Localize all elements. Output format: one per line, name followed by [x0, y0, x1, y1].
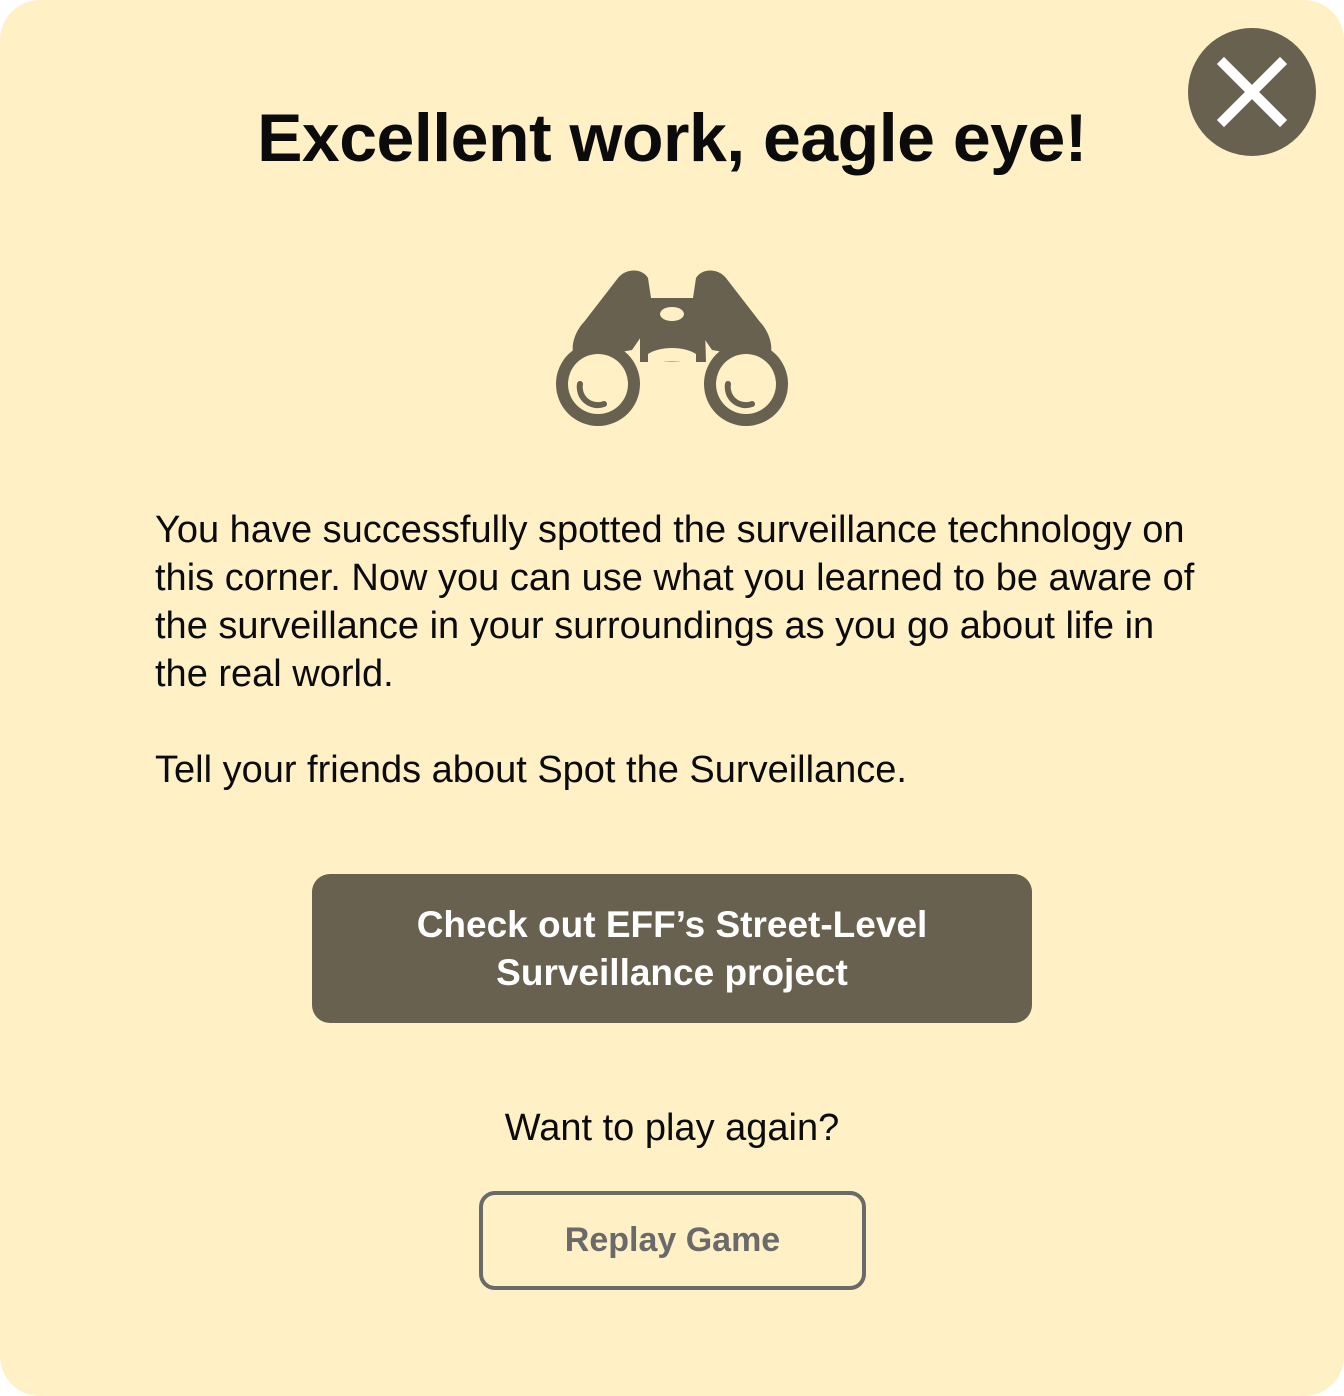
eff-project-button-label: Check out EFF’s Street-Level Surveillanc… — [416, 903, 928, 993]
success-message: You have successfully spotted the survei… — [155, 509, 1195, 695]
replay-game-button-label: Replay Game — [564, 1221, 781, 1259]
dialog-title: Excellent work, eagle eye! — [257, 100, 1087, 176]
completion-dialog: Excellent work, eagle eye! You have succ… — [0, 0, 1344, 1396]
eff-project-button[interactable]: Check out EFF’s Street-Level Surveillanc… — [312, 874, 1032, 1023]
binoculars-icon — [556, 270, 788, 426]
replay-game-button[interactable]: Replay Game — [479, 1191, 866, 1290]
share-message: Tell your friends about Spot the Surveil… — [155, 749, 907, 791]
replay-prompt: Want to play again? — [504, 1107, 840, 1149]
